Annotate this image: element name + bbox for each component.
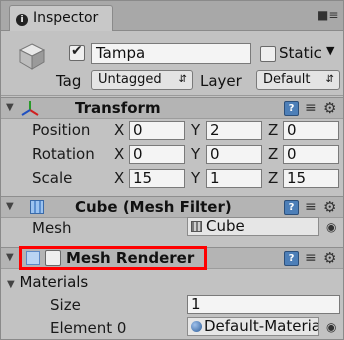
axis-x-label: X <box>114 145 125 163</box>
position-x-field[interactable]: 0 <box>129 121 185 140</box>
mesh-filter-grid-icon <box>30 200 44 214</box>
fold-arrow-icon: ▼ <box>7 279 15 290</box>
transform-title: Transform <box>75 99 161 117</box>
help-book-icon[interactable]: ? <box>284 200 299 215</box>
mesh-filter-title: Cube (Mesh Filter) <box>75 198 232 216</box>
transform-header[interactable]: ▼ Transform ? ≡ ⚙ <box>1 97 343 119</box>
rotation-x-field[interactable]: 0 <box>129 145 185 164</box>
chevron-updown-icon: ⇵ <box>178 74 187 85</box>
tab-inspector-label: Inspector <box>33 10 99 26</box>
axis-z-label: Z <box>268 145 279 163</box>
element-0-object-field[interactable]: Default-Materia <box>187 317 319 336</box>
preset-icon[interactable]: ≡ <box>305 250 317 266</box>
chevron-updown-icon: ⇵ <box>325 74 334 85</box>
mesh-asset-icon <box>191 221 202 232</box>
gear-icon[interactable]: ⚙ <box>323 99 336 117</box>
tab-inspector[interactable]: i Inspector <box>9 5 113 31</box>
tag-dropdown[interactable]: Untagged ⇵ <box>91 70 193 90</box>
axis-x-label: X <box>114 121 125 139</box>
axis-y-label: Y <box>191 121 201 139</box>
help-book-icon[interactable]: ? <box>284 251 299 266</box>
preset-icon[interactable]: ≡ <box>305 199 317 215</box>
rotation-label: Rotation <box>32 145 95 163</box>
inspector-window: i Inspector ■≡ Tampa Static ▼ Tag Untagge… <box>0 0 344 340</box>
object-name-field[interactable]: Tampa <box>91 43 251 64</box>
transform-axes-icon <box>21 101 39 116</box>
position-y-field[interactable]: 2 <box>206 121 262 140</box>
element-0-value: Default-Materia <box>204 317 319 335</box>
gameobject-cube-icon <box>18 43 46 70</box>
scale-label: Scale <box>32 169 73 187</box>
tag-dropdown-value: Untagged <box>98 72 162 87</box>
scale-y-field[interactable]: 1 <box>206 169 262 188</box>
info-icon: i <box>16 14 28 26</box>
position-label: Position <box>32 121 91 139</box>
static-label: Static <box>279 44 322 62</box>
lock-icon[interactable]: ■≡ <box>317 8 338 22</box>
mesh-renderer-header-icons: ? ≡ ⚙ <box>284 249 342 267</box>
tag-label: Tag <box>56 72 82 90</box>
mesh-object-field[interactable]: Cube <box>187 217 319 236</box>
layer-dropdown[interactable]: Default ⇵ <box>256 70 340 90</box>
static-checkbox[interactable] <box>260 46 276 62</box>
mesh-label: Mesh <box>32 219 72 237</box>
position-z-field[interactable]: 0 <box>283 121 339 140</box>
layer-dropdown-value: Default <box>263 72 311 87</box>
highlight-annotation-box <box>19 246 207 270</box>
rotation-z-field[interactable]: 0 <box>283 145 339 164</box>
materials-label: Materials <box>19 273 89 291</box>
axis-z-label: Z <box>268 121 279 139</box>
object-picker-icon[interactable]: ◉ <box>326 220 336 234</box>
axis-x-label: X <box>114 169 125 187</box>
gameobject-header: Tampa Static ▼ Tag Untagged ⇵ Layer Defa… <box>1 32 343 96</box>
fold-arrow-icon[interactable]: ▼ <box>6 102 14 113</box>
rotation-y-field[interactable]: 0 <box>206 145 262 164</box>
fold-arrow-icon[interactable]: ▼ <box>6 252 14 263</box>
tab-strip: i Inspector ■≡ <box>1 1 343 31</box>
materials-foldout[interactable]: ▼ Materials <box>7 273 88 291</box>
axis-y-label: Y <box>191 145 201 163</box>
preset-icon[interactable]: ≡ <box>305 100 317 116</box>
fold-arrow-icon[interactable]: ▼ <box>6 201 14 212</box>
scale-x-field[interactable]: 15 <box>129 169 185 188</box>
gear-icon[interactable]: ⚙ <box>323 249 336 267</box>
mesh-filter-header-icons: ? ≡ ⚙ <box>284 198 342 216</box>
material-sphere-icon <box>191 321 202 332</box>
mesh-value: Cube <box>206 217 245 235</box>
static-dropdown-arrow-icon[interactable]: ▼ <box>326 44 334 57</box>
materials-size-field[interactable]: 1 <box>187 295 340 314</box>
element-0-label: Element 0 <box>50 319 127 337</box>
scale-z-field[interactable]: 15 <box>283 169 339 188</box>
transform-header-icons: ? ≡ ⚙ <box>284 99 342 117</box>
axis-z-label: Z <box>268 169 279 187</box>
active-checkbox[interactable] <box>69 43 85 61</box>
object-picker-icon[interactable]: ◉ <box>326 320 336 334</box>
axis-y-label: Y <box>191 169 201 187</box>
size-label: Size <box>50 296 81 314</box>
gear-icon[interactable]: ⚙ <box>323 198 336 216</box>
help-book-icon[interactable]: ? <box>284 101 299 116</box>
layer-label: Layer <box>200 72 242 90</box>
mesh-filter-header[interactable]: ▼ Cube (Mesh Filter) ? ≡ ⚙ <box>1 196 343 218</box>
